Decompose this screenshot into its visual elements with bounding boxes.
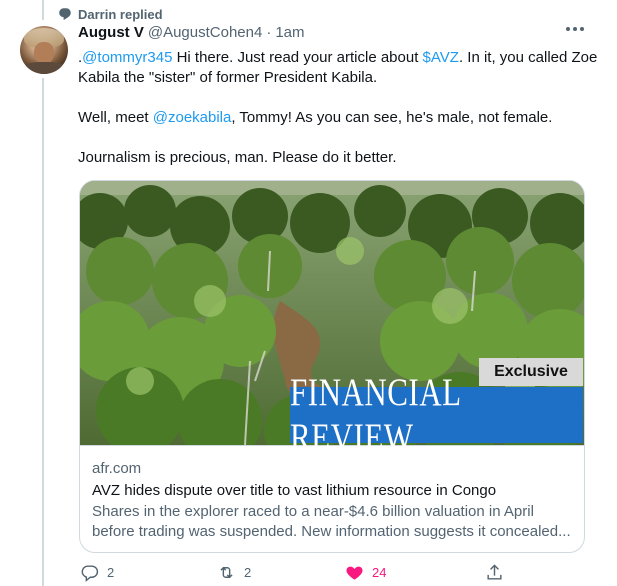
- like-count: 24: [372, 564, 387, 580]
- user-handle[interactable]: @AugustCohen4: [148, 24, 262, 41]
- replied-icon: [59, 8, 71, 20]
- avatar-shirt-shape: [22, 62, 66, 74]
- mention-link[interactable]: @tommyr345: [82, 49, 172, 66]
- like-button[interactable]: 24: [345, 562, 386, 582]
- share-button[interactable]: [485, 562, 504, 582]
- card-meta[interactable]: afr.com AVZ hides dispute over title to …: [80, 445, 584, 552]
- thread-line: [42, 78, 44, 586]
- tweet-paragraph-1: .@tommyr345 Hi there. Just read your art…: [78, 48, 598, 88]
- replied-label: Darrin replied: [78, 6, 163, 22]
- mention-link[interactable]: @zoekabila: [153, 109, 232, 126]
- tweet-paragraph-2: Well, meet @zoekabila, Tommy! As you can…: [78, 108, 598, 128]
- text-segment: , Tommy! As you can see, he's male, not …: [231, 109, 553, 126]
- more-icon-dot: [573, 27, 577, 31]
- tweet-text: .@tommyr345 Hi there. Just read your art…: [78, 48, 598, 168]
- text-segment: Hi there. Just read your article about: [172, 49, 423, 66]
- more-icon-dot: [580, 27, 584, 31]
- card-domain: afr.com: [92, 460, 142, 477]
- retweet-button[interactable]: 2: [217, 562, 251, 582]
- thread-line-top: [42, 0, 44, 20]
- retweet-icon: [220, 566, 233, 578]
- avatar-face-shape: [34, 42, 54, 64]
- reply-icon: [81, 564, 99, 582]
- social-context[interactable]: Darrin replied: [58, 5, 163, 23]
- heart-filled-icon: [346, 566, 363, 580]
- tweet-paragraph-3: Journalism is precious, man. Please do i…: [78, 149, 397, 166]
- reply-count: 2: [107, 564, 115, 580]
- tweet-header: August V @AugustCohen4 · 1am: [78, 24, 305, 44]
- more-icon-dot: [566, 27, 570, 31]
- separator-dot: ·: [266, 24, 272, 41]
- retweet-count: 2: [244, 564, 252, 580]
- share-icon: [487, 563, 502, 580]
- tweet-actions: 2 2 24: [0, 562, 617, 586]
- financial-review-banner: FINANCIAL REVIEW: [290, 370, 583, 459]
- text-segment: Well, meet: [78, 109, 153, 126]
- avatar[interactable]: [20, 26, 68, 74]
- cashtag-link[interactable]: $AVZ: [423, 49, 459, 66]
- financial-review-banner-text: FINANCIAL REVIEW: [290, 370, 461, 459]
- tweet-timestamp[interactable]: 1am: [275, 24, 304, 41]
- more-options-button[interactable]: [566, 27, 584, 31]
- reply-button[interactable]: 2: [80, 562, 114, 582]
- card-description: Shares in the explorer raced to a near-$…: [92, 503, 571, 540]
- card-title: AVZ hides dispute over title to vast lit…: [92, 482, 497, 499]
- display-name[interactable]: August V: [78, 24, 144, 41]
